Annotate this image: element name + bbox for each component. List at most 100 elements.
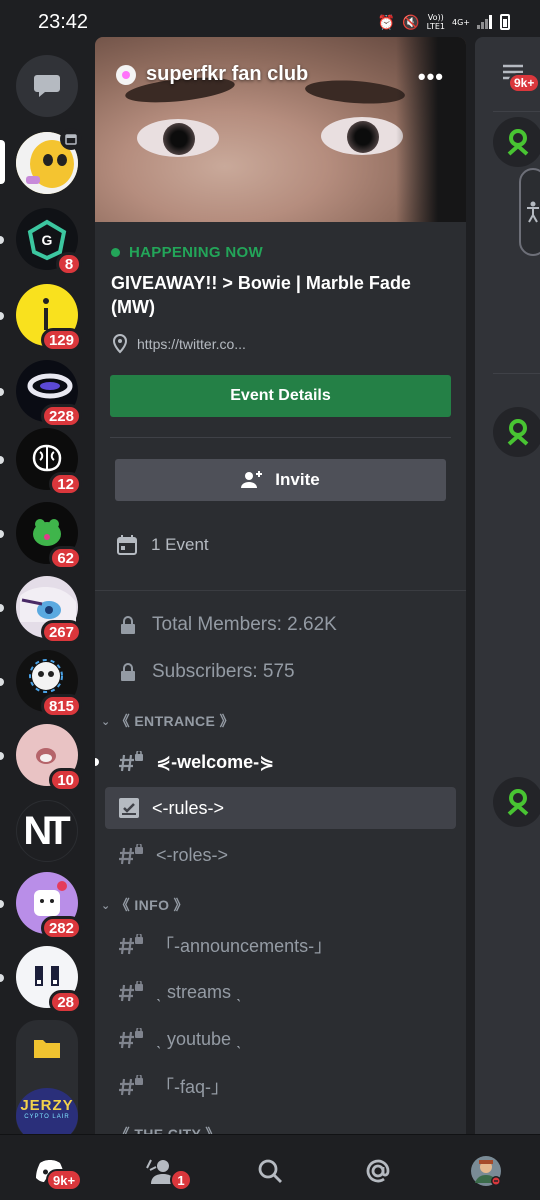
- more-options-button[interactable]: •••: [418, 64, 444, 90]
- channel-faq[interactable]: 「-faq-」: [105, 1065, 456, 1107]
- category-info[interactable]: ⌄ 《 INFO 》: [101, 895, 188, 915]
- subscribers-label: Subscribers: 575: [152, 661, 295, 682]
- add-user-icon: [241, 471, 263, 488]
- peek-badge: 9k+: [508, 73, 540, 93]
- lock-icon: [121, 616, 135, 634]
- event-location-text: https://twitter.co...: [137, 336, 246, 352]
- channel-name: 「-announcements-」: [156, 936, 333, 956]
- banner-eye-right: [321, 117, 403, 155]
- server-icon-6[interactable]: 62: [16, 502, 82, 570]
- event-title: GIVEAWAY!! > Bowie | Marble Fade (MW): [111, 273, 411, 317]
- category-the-city[interactable]: ⌄ 《 THE CITY 》: [101, 1124, 220, 1134]
- divider: [493, 111, 540, 112]
- stat-total-members[interactable]: Total Members: 2.62K: [120, 614, 337, 636]
- server-badge: 815: [40, 694, 82, 718]
- alarm-icon: ⏰: [377, 14, 396, 30]
- rules-channel-icon: [119, 798, 139, 818]
- green-logo-icon: [507, 419, 529, 446]
- category-entrance[interactable]: ⌄ 《 ENTRANCE 》: [101, 711, 234, 731]
- event-status-label: HAPPENING NOW: [129, 244, 263, 261]
- server-icon-11[interactable]: 282: [16, 872, 82, 940]
- chevron-down-icon: ⌄: [101, 899, 111, 912]
- status-icons: ⏰ 🔇 Vo)) LTE1 4G+: [378, 13, 510, 31]
- search-icon: [258, 1159, 282, 1183]
- user-avatar: [471, 1156, 501, 1186]
- server-icon-7[interactable]: 267: [16, 576, 82, 644]
- at-mention-icon: [366, 1159, 390, 1183]
- event-location[interactable]: https://twitter.co...: [111, 334, 246, 354]
- nav-profile[interactable]: [468, 1153, 504, 1189]
- unread-dot: [0, 974, 4, 982]
- nav-search[interactable]: [252, 1153, 288, 1189]
- server-header[interactable]: superfkr fan club: [115, 63, 308, 86]
- channel-roles[interactable]: <-roles->: [105, 834, 456, 876]
- locked-hashtag-icon: [119, 1028, 143, 1049]
- server-badge: 129: [40, 328, 82, 352]
- server-name: superfkr fan club: [146, 63, 309, 85]
- status-time: 23:42: [38, 10, 89, 33]
- server-badge: 8: [56, 252, 82, 276]
- green-logo-icon: [507, 129, 529, 156]
- unread-dot: [0, 456, 4, 464]
- server-icon-2[interactable]: G 8: [16, 208, 82, 276]
- mute-icon: 🔇: [402, 14, 420, 30]
- server-badge: 62: [49, 546, 82, 570]
- server-icon-nt[interactable]: NT: [16, 800, 78, 862]
- channel-name: 「-faq-」: [156, 1077, 230, 1097]
- invite-button[interactable]: Invite: [115, 459, 446, 501]
- channel-panel: superfkr fan club ••• HAPPENING NOW GIVE…: [95, 37, 466, 1134]
- server-badge: 28: [49, 990, 82, 1014]
- server-icon-12[interactable]: 28: [16, 946, 82, 1014]
- server-banner: superfkr fan club •••: [95, 37, 466, 222]
- server-icon-superfkr[interactable]: [16, 128, 82, 194]
- nav-mentions[interactable]: [360, 1153, 396, 1189]
- server-icon-3[interactable]: 129: [16, 284, 82, 352]
- server-rail: G 8 129 228 12 62 267 815 10 NT 282 28 J…: [0, 44, 95, 1134]
- folder-server-icon[interactable]: JERZY CYPTO LAIR: [16, 1088, 78, 1134]
- bottom-nav: 9k+ 1: [0, 1134, 540, 1200]
- event-details-button[interactable]: Event Details: [110, 375, 451, 417]
- event-calendar-icon: [60, 128, 82, 150]
- channel-welcome[interactable]: ⋞-welcome-⋟: [95, 741, 456, 783]
- channel-youtube[interactable]: ˎ youtube ˎ: [105, 1018, 456, 1060]
- folder-server-label: JERZY: [20, 1097, 74, 1114]
- member-avatar[interactable]: [493, 777, 540, 827]
- locked-hashtag-icon: [119, 934, 143, 955]
- channel-announcements[interactable]: 「-announcements-」: [105, 924, 456, 966]
- direct-messages-button[interactable]: [16, 55, 78, 117]
- unread-dot: [0, 752, 4, 760]
- events-row[interactable]: 1 Event: [117, 535, 209, 555]
- friends-badge: 1: [170, 1169, 192, 1191]
- server-badge: 282: [40, 916, 82, 940]
- server-icon-5[interactable]: 12: [16, 428, 82, 496]
- member-avatar[interactable]: [493, 117, 540, 167]
- server-icon-4[interactable]: 228: [16, 360, 82, 428]
- channel-name: ˎ youtube ˎ: [156, 1028, 243, 1049]
- server-icon-9[interactable]: 10: [16, 724, 82, 792]
- accessibility-button[interactable]: [519, 168, 540, 256]
- unread-dot: [0, 236, 4, 244]
- unread-dot: [0, 604, 4, 612]
- channel-streams[interactable]: ˎ streams ˎ: [105, 971, 456, 1013]
- chat-bubble-icon: [34, 75, 60, 97]
- lte-label: LTE1: [426, 22, 445, 31]
- server-icon-8[interactable]: 815: [16, 650, 82, 718]
- location-pin-icon: [112, 334, 128, 354]
- server-folder[interactable]: JERZY CYPTO LAIR: [16, 1020, 78, 1134]
- server-badge: 267: [40, 620, 82, 644]
- locked-hashtag-icon: [119, 981, 143, 1002]
- member-avatar[interactable]: [493, 407, 540, 457]
- live-dot-icon: [111, 248, 120, 257]
- battery-icon: [500, 14, 510, 30]
- stat-subscribers[interactable]: Subscribers: 575: [120, 661, 295, 683]
- banner-brow-right: [304, 77, 406, 107]
- locked-hashtag-icon: [119, 751, 143, 772]
- server-badge: 228: [40, 404, 82, 428]
- server-logo-text: NT: [23, 808, 70, 853]
- unread-dot: [0, 312, 4, 320]
- unread-dot: [0, 900, 4, 908]
- channel-rules[interactable]: <-rules->: [105, 787, 456, 829]
- category-label: 《 ENTRANCE 》: [115, 713, 234, 729]
- server-badge: 12: [49, 472, 82, 496]
- volte-label: Vo)): [427, 13, 444, 22]
